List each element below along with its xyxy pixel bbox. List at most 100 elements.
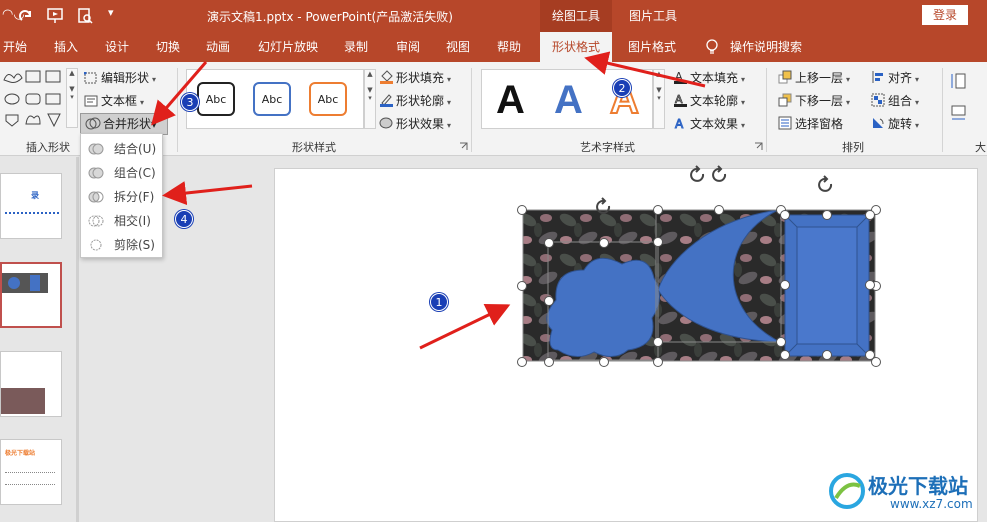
group-label-wordart-styles: 艺术字样式 (580, 141, 635, 154)
watermark-text: 极光下载站 (868, 474, 968, 498)
rotate-handle-icon[interactable] (710, 165, 730, 185)
annotation-arrow (162, 181, 253, 206)
site-watermark: 极光下载站 www.xz7.com (828, 470, 984, 516)
step-badge-3: 3 (181, 93, 199, 111)
shapes-gallery[interactable] (2, 68, 66, 130)
tab-picture-format[interactable]: 图片格式 (628, 32, 676, 62)
text-outline-button[interactable]: A 文本轮廓 ▾ (673, 91, 745, 111)
tell-me-search[interactable]: 操作说明搜索 (730, 32, 802, 62)
slide-thumbnail-1[interactable]: 录 (0, 173, 62, 239)
svg-text:A: A (675, 117, 684, 130)
tab-design[interactable]: 设计 (105, 32, 129, 62)
resize-handle[interactable] (776, 337, 786, 347)
login-button[interactable]: 登录 (922, 5, 968, 25)
tab-slideshow[interactable]: 幻灯片放映 (258, 32, 318, 62)
resize-handle[interactable] (653, 357, 663, 367)
tab-insert[interactable]: 插入 (54, 32, 78, 62)
resize-handle[interactable] (865, 210, 875, 220)
shape-styles-gallery[interactable]: Abc Abc Abc (186, 69, 364, 129)
watermark-url: www.xz7.com (890, 497, 973, 511)
group-button[interactable]: 组合 ▾ (871, 91, 919, 111)
resize-handle[interactable] (653, 337, 663, 347)
print-preview-icon[interactable] (76, 7, 94, 25)
rotate-button[interactable]: 旋转 ▾ (871, 114, 919, 134)
thumbnail-content (5, 472, 55, 473)
align-button[interactable]: 对齐 ▾ (871, 68, 919, 88)
menu-item-fragment[interactable]: 拆分(F) (81, 185, 164, 209)
resize-handle[interactable] (780, 280, 790, 290)
resize-handle[interactable] (517, 357, 527, 367)
menu-item-subtract[interactable]: 剪除(S) (81, 233, 164, 257)
tab-record[interactable]: 录制 (344, 32, 368, 62)
menu-item-intersect[interactable]: 相交(I) (81, 209, 164, 233)
resize-handle[interactable] (599, 238, 609, 248)
resize-handle[interactable] (653, 205, 663, 215)
shapes-gallery-scroll[interactable]: ▲ ▼ ▾ (66, 68, 78, 128)
shape-effects-button[interactable]: 形状效果 ▾ (379, 114, 451, 134)
tab-help[interactable]: 帮助 (497, 32, 521, 62)
bring-forward-button[interactable]: 上移一层 ▾ (778, 68, 850, 88)
resize-handle[interactable] (544, 296, 554, 306)
slideshow-from-start-icon[interactable] (46, 7, 64, 25)
resize-handle[interactable] (653, 237, 663, 247)
textbox-button[interactable]: 文本框 ▾ (84, 91, 144, 111)
selected-picture-with-shapes[interactable] (518, 170, 883, 370)
menu-item-combine[interactable]: 组合(C) (81, 161, 164, 185)
rotate-handle-icon[interactable] (594, 197, 614, 217)
dialog-launcher-icon[interactable] (459, 142, 468, 151)
edit-shape-button[interactable]: 编辑形状 ▾ (83, 68, 156, 88)
thumbnail-title: 极光下载站 (5, 450, 36, 457)
resize-handle[interactable] (822, 210, 832, 220)
text-effects-button[interactable]: A 文本效果 ▾ (673, 114, 746, 134)
rotate-handle-icon[interactable] (688, 165, 708, 185)
selection-pane-icon (778, 116, 792, 130)
wordart-styles-gallery[interactable]: A A A (481, 69, 653, 129)
tab-review[interactable]: 审阅 (396, 32, 420, 62)
resize-handle[interactable] (599, 357, 609, 367)
tab-transitions[interactable]: 切换 (156, 32, 180, 62)
merge-shapes-menu: 结合(U) 组合(C) 拆分(F) 相交(I) 剪除(S) (80, 133, 163, 258)
slide-thumbnail-2[interactable] (0, 262, 62, 328)
menu-item-union[interactable]: 结合(U) (81, 137, 164, 161)
shape-style-orange[interactable]: Abc (309, 82, 347, 116)
shape-fill-button[interactable]: 形状填充 ▾ (379, 68, 451, 88)
resize-handle[interactable] (544, 238, 554, 248)
pen-outline-icon (380, 94, 393, 107)
resize-handle[interactable] (780, 350, 790, 360)
tab-view[interactable]: 视图 (446, 32, 470, 62)
tab-animations[interactable]: 动画 (206, 32, 230, 62)
resize-handle[interactable] (780, 210, 790, 220)
edit-shape-icon (83, 71, 97, 84)
resize-handle[interactable] (517, 281, 527, 291)
thumbnail-content (5, 484, 55, 485)
group-label-arrange: 排列 (842, 141, 864, 154)
merge-shapes-button[interactable]: 合并形状▾ (80, 113, 168, 135)
resize-handle[interactable] (865, 350, 875, 360)
resize-handle[interactable] (822, 350, 832, 360)
wordart-style-blue[interactable]: A (554, 78, 583, 123)
selection-pane-button[interactable]: 选择窗格 (778, 114, 843, 134)
panel-divider[interactable] (76, 157, 79, 522)
slide-thumbnail-4[interactable]: 极光下载站 (0, 439, 62, 505)
shape-style-black[interactable]: Abc (197, 82, 235, 116)
text-fill-button[interactable]: A 文本填充 ▾ (673, 68, 745, 88)
redo-icon[interactable] (18, 8, 34, 24)
wordart-gallery-scroll[interactable]: ▲ ▼ ▾ (653, 69, 665, 129)
rotate-handle-icon[interactable] (816, 175, 836, 195)
union-icon (88, 143, 104, 155)
shape-outline-button[interactable]: 形状轮廓 ▾ (379, 91, 451, 111)
resize-handle[interactable] (544, 357, 554, 367)
resize-handle[interactable] (714, 205, 724, 215)
dialog-launcher-icon[interactable] (754, 142, 763, 151)
slide-thumbnail-3[interactable] (0, 351, 62, 417)
text-effects-icon: A (675, 117, 685, 132)
tab-shape-format[interactable]: 形状格式 (540, 32, 612, 62)
resize-handle[interactable] (865, 280, 875, 290)
resize-handle[interactable] (517, 205, 527, 215)
quick-access-customize-icon[interactable]: ▾ (108, 6, 114, 19)
shape-style-blue[interactable]: Abc (253, 82, 291, 116)
wordart-style-black[interactable]: A (496, 78, 525, 123)
send-backward-button[interactable]: 下移一层 ▾ (778, 91, 850, 111)
tab-home[interactable]: 开始 (3, 32, 27, 62)
shape-styles-gallery-scroll[interactable]: ▲ ▼ ▾ (364, 69, 376, 129)
